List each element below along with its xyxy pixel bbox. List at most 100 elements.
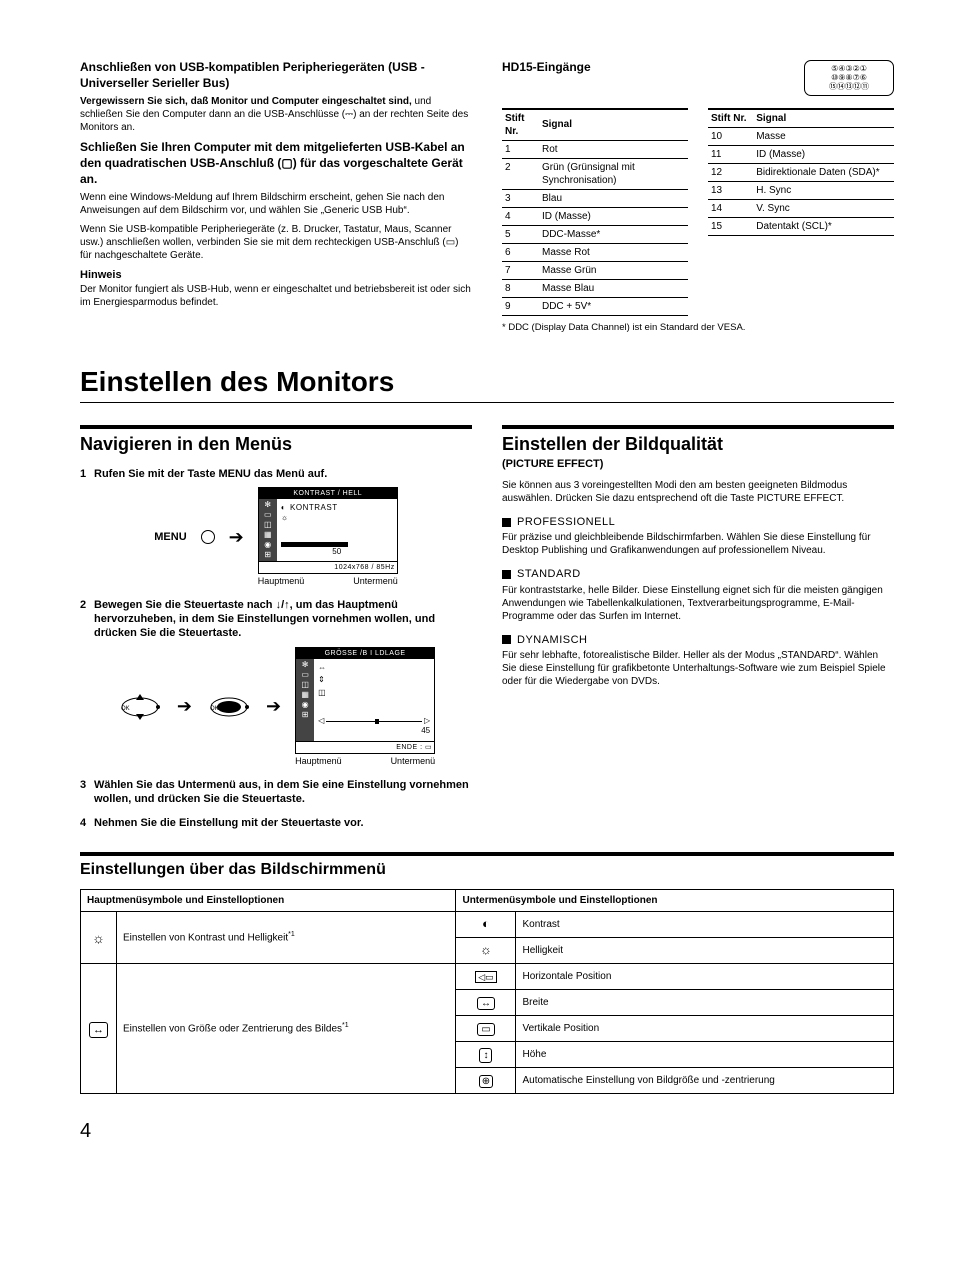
slider-right-icon: ▷ (424, 716, 430, 726)
mode-3-desc: Für sehr lebhafte, fotorealistische Bild… (502, 649, 894, 688)
contrast-icon: ◐ (456, 912, 516, 938)
quality-sub: (PICTURE EFFECT) (502, 457, 894, 471)
top-section: Anschließen von USB-kompatiblen Peripher… (80, 60, 894, 334)
table-row: 11ID (Masse) (708, 145, 894, 163)
step-num-3: 3 (80, 778, 94, 807)
th-pin-2: Stift Nr. (708, 109, 753, 128)
g2-row-2: Vertikale Position (516, 1015, 894, 1041)
osd1-footer: 1024x768 / 85Hz (259, 561, 397, 573)
width-icon: ↔ (456, 989, 516, 1015)
brightness-icon: ☼ (456, 938, 516, 964)
usb-heading-2: Schließen Sie Ihren Computer mit dem mit… (80, 140, 472, 187)
th-main-options: Hauptmenüsymbole und Einstelloptionen (81, 890, 456, 912)
contrast-icon: ◐ (281, 503, 286, 512)
osd-slider: ◁ ▷ (318, 716, 430, 726)
usb-p1-bold: Vergewissern Sie sich, daß Monitor und C… (80, 96, 412, 107)
table-row: 1Rot (502, 140, 688, 158)
g2-row-0: Horizontale Position (516, 964, 894, 990)
th-sig: Signal (539, 109, 688, 141)
square-bullet-icon (502, 518, 511, 527)
caption-main: Hauptmenü (258, 576, 305, 588)
step-num-4: 4 (80, 816, 94, 830)
osd-icon: ⇕ (318, 675, 430, 685)
osd-item: KONTRAST (290, 503, 338, 512)
osd-icon: ▭ (301, 671, 309, 679)
osd-icon: ▦ (264, 531, 272, 539)
quality-heading: Einstellen der Bildqualität (502, 425, 894, 456)
step-num-2: 2 (80, 598, 94, 641)
osd2-title: GRÖSSE /B I LDLAGE (296, 648, 434, 659)
pin-table-right: Stift Nr.Signal 10Masse 11ID (Masse) 12B… (708, 108, 894, 236)
diagram-row-1: ⑤④③②① (811, 64, 887, 73)
osd-sidebar-icons: ✻▭◫▦◉⊞ (259, 499, 277, 561)
osd-1: KONTRAST / HELL ✻▭◫▦◉⊞ ◐ KONTRAST ☼ (258, 487, 398, 588)
g1-row-0: Kontrast (516, 912, 894, 938)
mode-1-name: PROFESSIONELL (517, 515, 615, 529)
hd15-section: HD15-Eingänge ⑤④③②① ⑩⑨⑧⑦⑥ ⑮⑭⑬⑫⑪ Stift Nr… (502, 60, 894, 334)
th-sig-2: Signal (753, 109, 894, 128)
osd-2: GRÖSSE /B I LDLAGE ✻▭◫▦◉⊞ ⇔ ⇕ ◫ (295, 647, 435, 768)
table-row: 14V. Sync (708, 199, 894, 217)
mode-2-desc: Für kontraststarke, helle Bilder. Diese … (502, 584, 894, 623)
osd-sidebar-icons: ✻▭◫▦◉⊞ (296, 659, 314, 741)
step-3-text: Wählen Sie das Untermenü aus, in dem Sie… (94, 778, 472, 807)
usb-plug-icon: ⎓ (345, 108, 353, 121)
osd1-title: KONTRAST / HELL (259, 488, 397, 499)
table-row: ↔ Einstellen von Größe oder Zentrierung … (81, 964, 894, 990)
table-row: 5DDC-Masse* (502, 225, 688, 243)
mode-3-name: DYNAMISCH (517, 633, 588, 647)
pin-table-left: Stift Nr.Signal 1Rot 2Grün (Grünsignal m… (502, 108, 688, 316)
svg-text:OK: OK (121, 706, 130, 712)
step-num-1: 1 (80, 467, 94, 481)
vpos-icon: ▭ (456, 1015, 516, 1041)
hd15-footnote: * DDC (Display Data Channel) ist ein Sta… (502, 322, 894, 334)
osd2-value: 45 (318, 726, 430, 736)
brightness-icon: ☼ (281, 513, 288, 522)
table-row: 10Masse (708, 127, 894, 145)
step-1-text: Rufen Sie mit der Taste MENU das Menü au… (94, 467, 472, 481)
quality-intro: Sie können aus 3 voreingestellten Modi d… (502, 479, 894, 505)
note-text: Der Monitor fungiert als USB-Hub, wenn e… (80, 283, 472, 309)
joystick-updown-icon: OK (117, 692, 163, 722)
menu-button-label: MENU (154, 530, 186, 544)
main-heading: Einstellen des Monitors (80, 364, 894, 403)
table-row: 2Grün (Grünsignal mit Synchronisation) (502, 158, 688, 189)
step-2-text: Bewegen Sie die Steuertaste nach ↓/↑, um… (94, 598, 472, 641)
osd2-footer: ENDE : ▭ (296, 741, 434, 753)
nav-section: Navigieren in den Menüs 1 Rufen Sie mit … (80, 411, 472, 834)
size-main-icon: ↔ (81, 964, 117, 1093)
mode-1-header: PROFESSIONELL (502, 515, 894, 529)
slider-left-icon: ◁ (318, 716, 324, 726)
table-row: 6Masse Rot (502, 243, 688, 261)
osd-icon: ◉ (302, 701, 309, 709)
g2-row-3: Höhe (516, 1041, 894, 1067)
usb-heading-1: Anschließen von USB-kompatiblen Peripher… (80, 60, 472, 91)
height-icon: ↕ (456, 1041, 516, 1067)
osd-icon: ▭ (264, 511, 272, 519)
diagram-row-2: ⑩⑨⑧⑦⑥ (811, 73, 887, 82)
osd-icon: ◉ (264, 541, 271, 549)
mode-1-desc: Für präzise und gleichbleibende Bildschi… (502, 531, 894, 557)
table-row: 3Blau (502, 189, 688, 207)
osd-icon: ✻ (302, 661, 309, 669)
hd15-title: HD15-Eingänge (502, 60, 591, 76)
g2-row-1: Breite (516, 989, 894, 1015)
illustration-1: MENU ➔ KONTRAST / HELL ✻▭◫▦◉⊞ ◐ KONTRAST… (80, 487, 472, 588)
table-row: 8Masse Blau (502, 279, 688, 297)
square-bullet-icon (502, 570, 511, 579)
g2-desc: Einstellen von Größe oder Zentrierung de… (117, 964, 456, 1093)
note-label: Hinweis (80, 268, 472, 282)
mode-3-header: DYNAMISCH (502, 633, 894, 647)
caption-main: Hauptmenü (295, 756, 342, 768)
menu-button-icon (201, 530, 215, 544)
table-row: 15Datentakt (SCL)* (708, 217, 894, 235)
auto-icon: ⊕ (456, 1067, 516, 1093)
arrow-icon: ➔ (229, 526, 244, 549)
usb-section: Anschließen von USB-kompatiblen Peripher… (80, 60, 472, 334)
osd-value: 50 (281, 547, 393, 557)
usb-rect-icon: ▭ (446, 236, 455, 249)
th-pin: Stift Nr. (502, 109, 539, 141)
table-row: 7Masse Grün (502, 261, 688, 279)
mid-section: Navigieren in den Menüs 1 Rufen Sie mit … (80, 411, 894, 834)
step-4: 4 Nehmen Sie die Einstellung mit der Ste… (80, 816, 472, 830)
